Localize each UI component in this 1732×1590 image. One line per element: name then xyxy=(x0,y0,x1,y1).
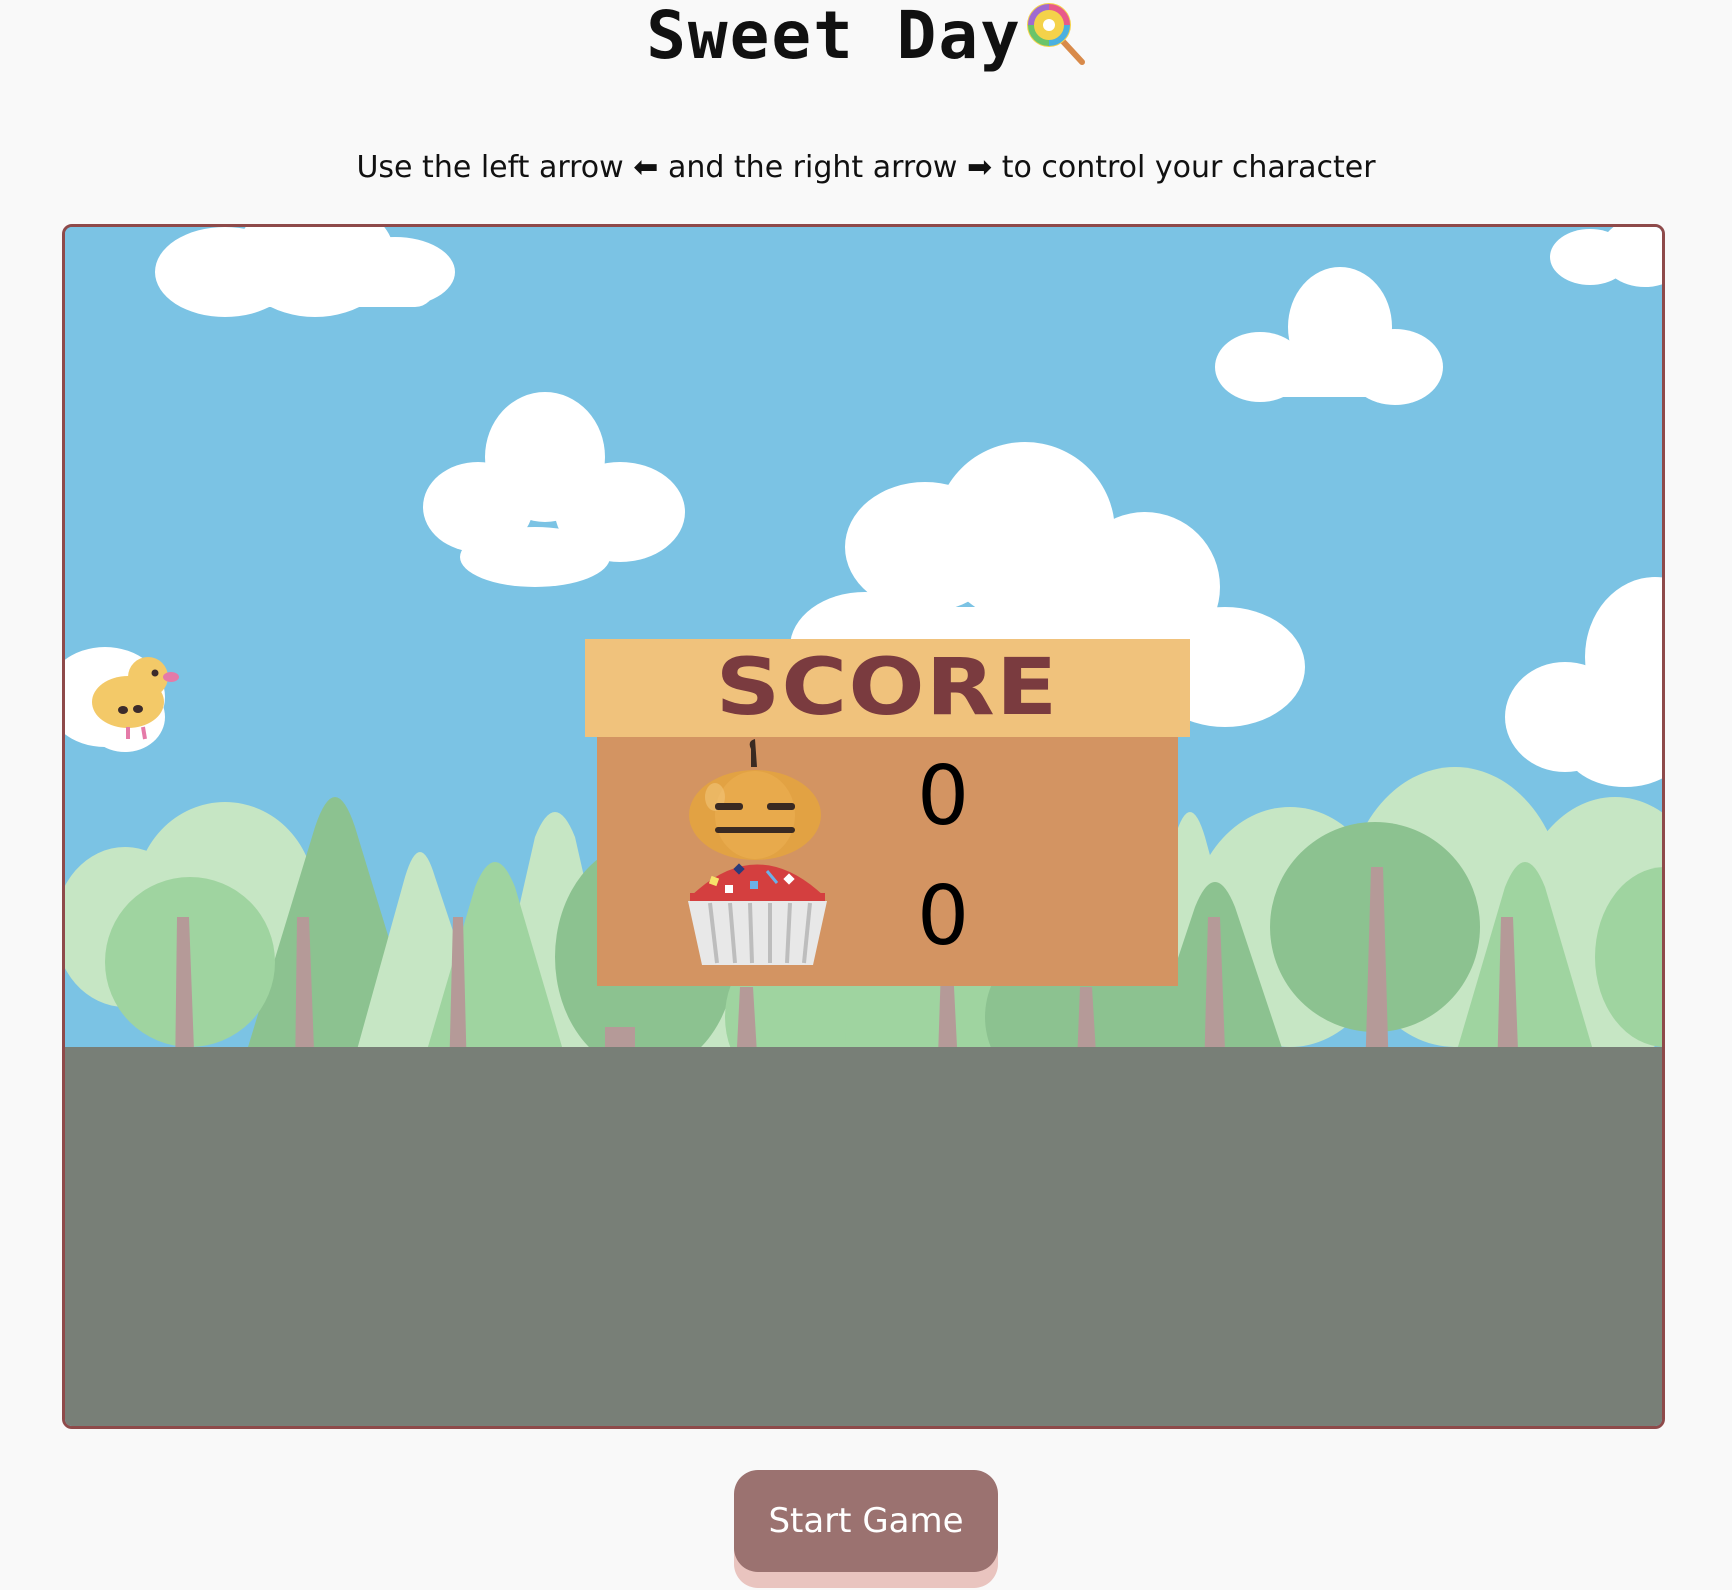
instructions-text-before: Use the left arrow xyxy=(356,150,624,185)
game-canvas[interactable]: SCORE 0 0 xyxy=(62,224,1665,1429)
instructions: Use the left arrow ⬅ and the right arrow… xyxy=(0,150,1732,185)
left-arrow-icon: ⬅ xyxy=(633,150,659,185)
instructions-text-middle: and the right arrow xyxy=(667,150,958,185)
right-arrow-icon: ➡ xyxy=(967,150,993,185)
scoreboard: SCORE 0 0 xyxy=(585,639,1190,986)
score-header: SCORE xyxy=(585,639,1190,737)
score-body: 0 0 xyxy=(597,737,1178,986)
score-row-cupcake: 0 xyxy=(597,857,1178,977)
game-title: Sweet Day xyxy=(0,0,1732,80)
lollipop-icon xyxy=(1024,0,1086,80)
start-game-button[interactable]: Start Game xyxy=(734,1470,998,1572)
pumpkin-score: 0 xyxy=(917,749,970,844)
score-row-pumpkin: 0 xyxy=(597,737,1178,860)
title-text: Sweet Day xyxy=(646,0,1022,75)
instructions-text-after: to control your character xyxy=(1001,150,1376,185)
pumpkin-icon xyxy=(685,737,825,867)
cupcake-score: 0 xyxy=(917,869,970,964)
cupcake-icon xyxy=(685,857,830,972)
score-title: SCORE xyxy=(716,643,1059,733)
